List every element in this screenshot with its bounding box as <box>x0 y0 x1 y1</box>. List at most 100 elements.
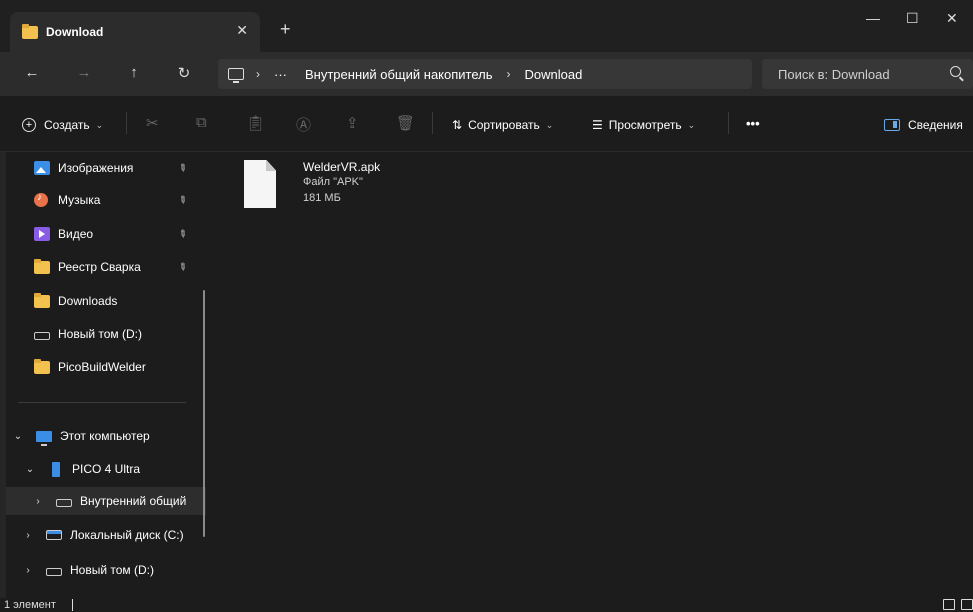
sort-icon: ⇅ <box>452 118 463 132</box>
cut-icon[interactable]: ✂ <box>146 114 159 132</box>
rename-icon[interactable]: Ⓐ <box>296 114 311 135</box>
tiles-view-icon[interactable] <box>961 599 973 610</box>
sidebar-item-internal-storage[interactable]: › Внутренний общий <box>6 487 206 515</box>
details-view-icon[interactable] <box>943 599 955 610</box>
address-bar[interactable]: › ··· Внутренний общий накопитель › Down… <box>218 59 752 89</box>
device-icon <box>52 461 60 477</box>
chevron-down-icon[interactable]: ⌄ <box>24 464 36 475</box>
pin-icon[interactable]: ✎ <box>175 260 188 274</box>
search-input[interactable] <box>762 59 973 89</box>
file-name: WelderVR.apk <box>303 160 381 174</box>
close-window-button[interactable]: ✕ <box>946 10 958 27</box>
sidebar-item-label: Этот компьютер <box>60 429 150 443</box>
sidebar-item-label: Внутренний общий <box>80 494 187 508</box>
chevron-right-icon: › <box>256 67 260 81</box>
drive-icon <box>56 498 72 507</box>
sidebar-scrollbar[interactable] <box>203 290 205 537</box>
up-button[interactable]: ↑ <box>124 64 144 81</box>
sidebar-item-label: PicoBuildWelder <box>58 360 146 374</box>
sidebar-item-label: Видео <box>58 227 94 241</box>
toolbar-divider <box>126 112 127 134</box>
sidebar-divider <box>18 402 186 403</box>
sidebar-item-label: Изображения <box>58 161 134 175</box>
chevron-down-icon[interactable]: ⌄ <box>12 431 24 442</box>
sidebar-item-music[interactable]: Музыка ✎ <box>6 186 206 214</box>
sidebar-item-label: PICO 4 Ultra <box>72 462 141 476</box>
sidebar-item-this-pc[interactable]: ⌄ Этот компьютер <box>6 422 206 450</box>
chevron-right-icon[interactable]: › <box>32 496 44 507</box>
add-icon: + <box>22 118 36 132</box>
pin-icon[interactable]: ✎ <box>175 227 188 241</box>
new-tab-button[interactable]: + <box>280 20 291 38</box>
delete-icon[interactable]: 🗑︎ <box>396 114 415 132</box>
toolbar-divider <box>728 112 729 134</box>
sidebar-item-label: Downloads <box>58 294 118 308</box>
navigation-bar: ← → ↑ ↻ › ··· Внутренний общий накопител… <box>0 52 973 96</box>
command-bar: + Создать ⌄ ✂ ⧉ 📋︎ Ⓐ ⇪ 🗑︎ ⇅ Сортировать … <box>0 96 973 152</box>
sidebar-item-pico-4-ultra[interactable]: ⌄ PICO 4 Ultra <box>6 455 206 483</box>
sidebar-item-local-disk-c[interactable]: › Локальный диск (C:) <box>6 521 206 549</box>
status-bar: 1 элемент <box>0 598 973 612</box>
sidebar-item-new-volume-d-tree[interactable]: › Новый том (D:) <box>6 556 206 584</box>
folder-icon <box>34 292 50 308</box>
sidebar-item-picobuildwelder[interactable]: PicoBuildWelder <box>6 353 206 381</box>
navigation-pane: Изображения ✎ Музыка ✎ Видео ✎ Реестр Св… <box>6 152 206 598</box>
breadcrumb-more[interactable]: ··· <box>274 67 287 82</box>
sidebar-item-label: Реестр Сварка <box>58 260 141 274</box>
back-button[interactable]: ← <box>22 64 42 81</box>
folder-icon <box>22 23 38 39</box>
folder-icon <box>34 358 50 374</box>
forward-button[interactable]: → <box>74 64 94 81</box>
sidebar-item-downloads[interactable]: Downloads <box>6 287 206 315</box>
close-tab-icon[interactable]: ✕ <box>236 22 248 39</box>
more-options-button[interactable]: ••• <box>746 116 760 131</box>
details-label: Сведения <box>908 118 963 132</box>
system-drive-icon <box>46 530 62 540</box>
chevron-right-icon[interactable]: › <box>22 530 34 541</box>
sidebar-item-label: Локальный диск (C:) <box>70 528 184 542</box>
pin-icon[interactable]: ✎ <box>175 161 188 175</box>
sidebar-item-label: Новый том (D:) <box>70 563 154 577</box>
sort-label: Сортировать <box>468 118 540 132</box>
share-icon[interactable]: ⇪ <box>346 114 359 132</box>
drive-icon <box>34 331 50 340</box>
toolbar-divider <box>432 112 433 134</box>
view-label: Просмотреть <box>608 118 682 132</box>
create-button[interactable]: + Создать ⌄ <box>22 118 103 132</box>
copy-icon[interactable]: ⧉ <box>196 114 207 131</box>
paste-icon[interactable]: 📋︎ <box>246 114 265 132</box>
view-icon: ☰ <box>592 118 603 132</box>
search-icon[interactable] <box>950 66 961 77</box>
details-button[interactable]: Сведения <box>884 118 963 132</box>
chevron-down-icon: ⌄ <box>95 119 104 130</box>
pin-icon[interactable]: ✎ <box>175 193 188 207</box>
file-type: Файл "APK" <box>303 176 363 188</box>
folder-icon <box>34 258 50 274</box>
refresh-button[interactable]: ↻ <box>174 64 194 82</box>
maximize-button[interactable]: ☐ <box>906 10 919 27</box>
chevron-down-icon: ⌄ <box>687 119 696 130</box>
sort-button[interactable]: ⇅ Сортировать ⌄ <box>452 118 553 132</box>
chevron-right-icon[interactable]: › <box>22 565 34 576</box>
title-bar: Download ✕ + — ☐ ✕ <box>0 0 973 52</box>
sidebar-item-videos[interactable]: Видео ✎ <box>6 220 206 248</box>
file-size: 181 МБ <box>303 192 341 204</box>
file-icon[interactable] <box>244 160 276 208</box>
create-label: Создать <box>44 118 90 132</box>
sidebar-item-new-volume-d[interactable]: Новый том (D:) <box>6 320 206 348</box>
sidebar-item-reestr-svarka[interactable]: Реестр Сварка ✎ <box>6 253 206 281</box>
details-pane-icon <box>884 119 900 131</box>
music-icon <box>34 192 48 207</box>
minimize-button[interactable]: — <box>866 10 880 26</box>
breadcrumb-internal-storage[interactable]: Внутренний общий накопитель <box>305 67 493 82</box>
view-button[interactable]: ☰ Просмотреть ⌄ <box>592 118 695 132</box>
item-count: 1 элемент <box>4 599 56 611</box>
chevron-down-icon: ⌄ <box>545 119 554 130</box>
sidebar-item-label: Музыка <box>58 193 101 207</box>
videos-icon <box>34 227 50 241</box>
computer-icon <box>36 430 52 446</box>
breadcrumb-download[interactable]: Download <box>525 67 583 82</box>
sidebar-item-pictures[interactable]: Изображения ✎ <box>6 154 206 182</box>
file-list: WelderVR.apk Файл "APK" 181 МБ <box>206 152 973 598</box>
tab-download[interactable]: Download ✕ <box>10 12 260 52</box>
